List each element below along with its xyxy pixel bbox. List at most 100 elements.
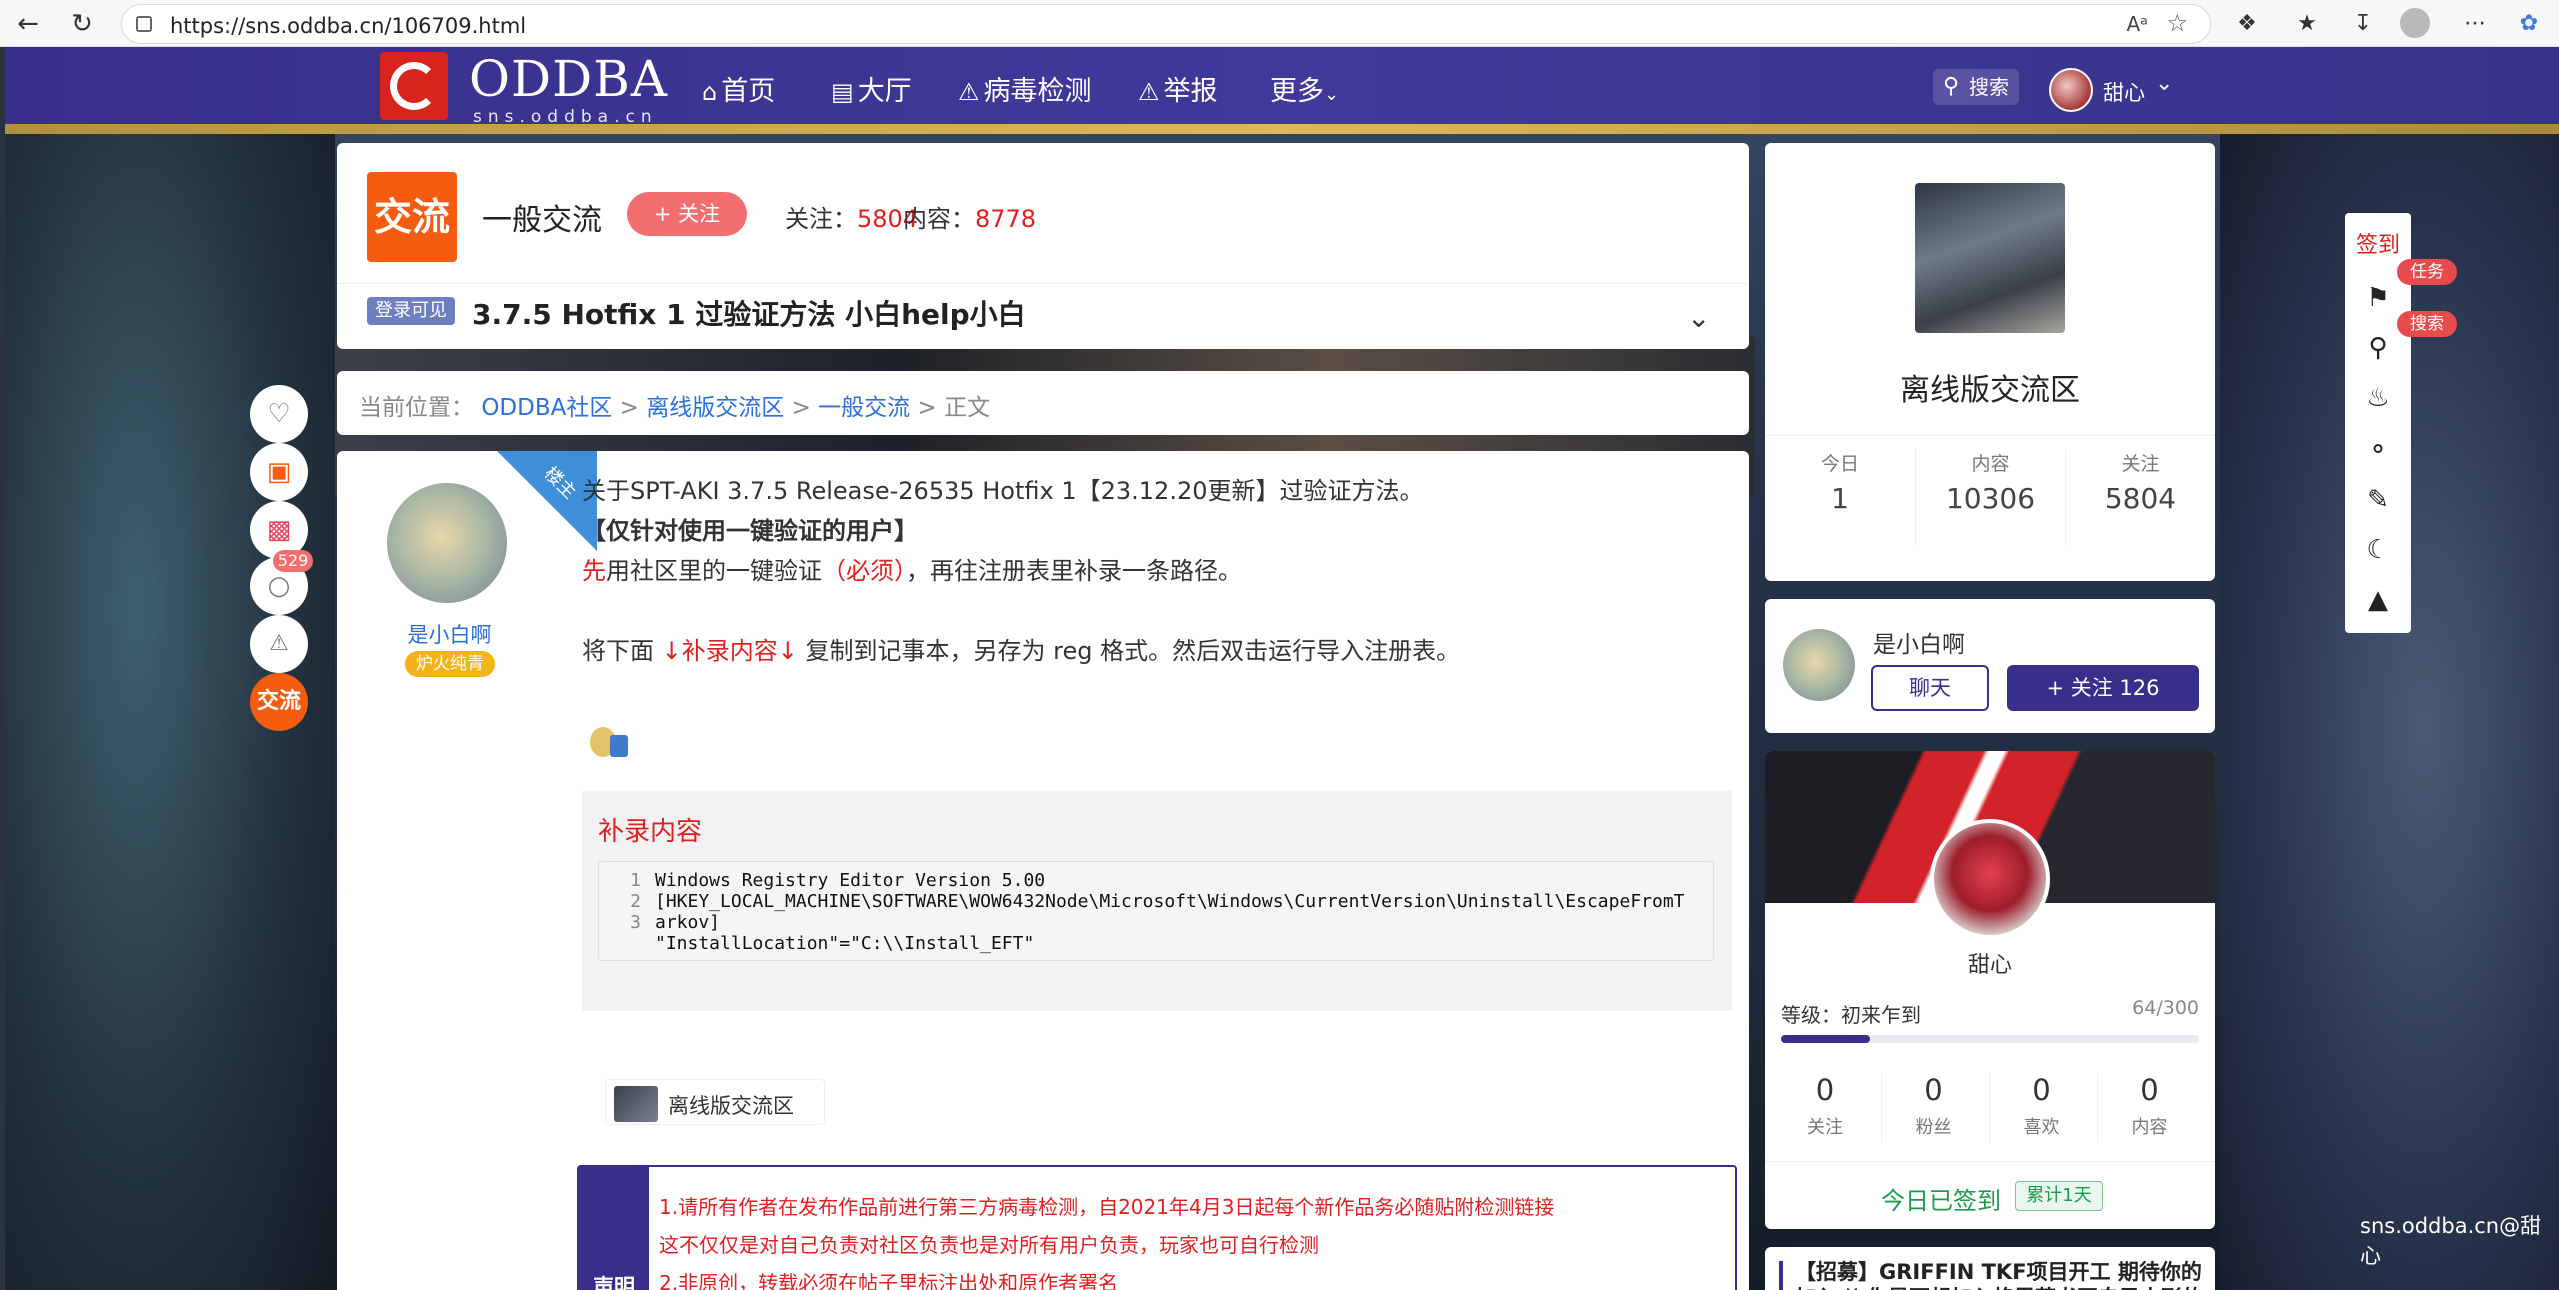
breadcrumb-prefix: 当前位置： — [359, 395, 474, 421]
author-rank-badge: 炉火纯青 — [405, 651, 495, 677]
nav-more[interactable]: 更多⌄ — [1270, 69, 1343, 108]
user-avatar[interactable] — [2049, 68, 2093, 112]
red-packet-button[interactable]: ▣ — [250, 443, 308, 501]
nav-hall[interactable]: ▤ 大厅 — [831, 69, 912, 108]
chevron-down-icon[interactable]: ⌄ — [1687, 301, 1710, 334]
nav-report[interactable]: ⚠ 举报 — [1138, 69, 1218, 108]
user-menu-chevron-icon[interactable]: ⌄ — [2155, 71, 2173, 96]
disclaimer-line: 1.请所有作者在发布作品前进行第三方病毒检测，自2021年4月3日起每个新作品务… — [659, 1195, 1555, 1219]
favorites-icon[interactable]: ★ — [2290, 8, 2324, 40]
code-line: arkov] — [655, 912, 721, 933]
author-name[interactable]: 是小白啊 — [407, 619, 492, 649]
follow-forum-button[interactable]: + 关注 — [627, 192, 747, 236]
chevron-down-icon: ⌄ — [1324, 84, 1340, 105]
comment-icon: ○ — [267, 571, 291, 601]
comment-count-badge: 529 — [273, 550, 313, 572]
more-menu-icon[interactable]: ⋯ — [2458, 8, 2492, 40]
author-avatar[interactable] — [387, 483, 507, 603]
copilot-icon[interactable]: ✿ — [2512, 8, 2546, 40]
signed-in-status: 今日已签到 — [1881, 1187, 2001, 1215]
extensions-icon[interactable]: ❖ — [2230, 8, 2264, 40]
url-text[interactable]: https://sns.oddba.cn/106709.html — [170, 14, 526, 38]
breadcrumb-current: 正文 — [944, 395, 991, 421]
breadcrumb-offline-forum[interactable]: 离线版交流区 — [646, 395, 784, 421]
warning-icon: ⚠ — [269, 631, 289, 656]
login-visible-badge: 登录可见 — [367, 297, 455, 325]
breadcrumb-home[interactable]: ODDBA社区 — [481, 395, 612, 421]
forum-content-count: 内容：8778 — [903, 205, 1037, 233]
disclaimer-side-label: 声明 — [579, 1167, 649, 1290]
exp-progress-fill — [1781, 1035, 1870, 1043]
author-card: 是小白啊 聊天 + 关注 126 — [1765, 599, 2215, 733]
my-stat-following[interactable]: 0 关注 — [1773, 1073, 1877, 1139]
breadcrumb-separator: > — [917, 395, 937, 421]
forum-icon[interactable]: 交流 — [367, 172, 457, 262]
forum-reference-link[interactable]: 离线版交流区 — [605, 1079, 825, 1125]
sticker-image — [582, 713, 632, 763]
nav-virus-check[interactable]: ⚠ 病毒检测 — [958, 69, 1092, 108]
forum-reference-label: 离线版交流区 — [668, 1094, 794, 1118]
moon-icon: ☾ — [2366, 535, 2390, 565]
nav-home[interactable]: ⌂ 首页 — [702, 69, 775, 108]
recruit-accent-bar — [1779, 1261, 1783, 1290]
address-bar[interactable]: https://sns.oddba.cn/106709.html Aᵃ ☆ — [121, 4, 2211, 44]
profile-icon[interactable] — [2400, 8, 2430, 38]
logo-text[interactable]: ODDBA — [469, 50, 668, 108]
line-number: 1 — [630, 870, 641, 891]
forum-stat-followers: 关注 5804 — [2065, 449, 2215, 545]
chat-button[interactable]: 聊天 — [1871, 665, 1989, 711]
post-body: 关于SPT-AKI 3.7.5 Release-26535 Hotfix 1【2… — [582, 471, 1732, 671]
user-name[interactable]: 甜心 — [2103, 77, 2145, 107]
logo-subtext: sns.oddba.cn — [473, 107, 658, 127]
exp-value: 64/300 — [2132, 997, 2199, 1019]
forum-cover-image[interactable] — [1915, 183, 2065, 333]
my-stat-content[interactable]: 0 内容 — [2097, 1073, 2201, 1143]
home-icon: ⌂ — [702, 78, 718, 106]
favorite-star-icon[interactable]: ☆ — [2166, 9, 2188, 37]
my-name[interactable]: 甜心 — [1765, 947, 2215, 979]
recruit-card: 【招募】GRIFFIN TKF项目开工 期待你的加入 || 你是否想加入格里芬书… — [1765, 1247, 2215, 1290]
post-line: 关于SPT-AKI 3.7.5 Release-26535 Hotfix 1【2… — [582, 477, 1424, 505]
site-logo[interactable] — [380, 52, 448, 120]
my-stat-likes[interactable]: 0 喜欢 — [1989, 1073, 2093, 1143]
report-button[interactable]: ⚠ — [250, 615, 308, 673]
disclaimer-line: 2.非原创，转载必须在帖子里标注出处和原作者署名 — [659, 1271, 1119, 1290]
report-icon: ⚠ — [1138, 78, 1160, 106]
header-search-button[interactable]: ⚲ 搜索 — [1933, 69, 2019, 105]
forum-info-title[interactable]: 离线版交流区 — [1765, 365, 2215, 409]
page: ODDBA sns.oddba.cn ⌂ 首页 ▤ 大厅 ⚠ 病毒检测 ⚠ 举报 更多⌄… — [5, 47, 2559, 1290]
bell-icon: ♨ — [2366, 383, 2390, 413]
level-label: 等级：初来乍到 — [1781, 1003, 1921, 1027]
forum-stat-content: 内容 10306 — [1915, 449, 2065, 545]
heart-icon: ♡ — [267, 399, 291, 429]
code-line: "InstallLocation"="C:\\Install_EFT" — [655, 933, 1035, 954]
author-avatar[interactable] — [1783, 629, 1855, 701]
forum-info-card: 离线版交流区 今日 1 内容 10306 关注 5804 — [1765, 143, 2215, 581]
theme-button[interactable]: ▲ — [2345, 567, 2411, 633]
my-avatar[interactable] — [1930, 819, 2050, 939]
breadcrumb-separator: > — [791, 395, 811, 421]
recruit-link[interactable]: 【招募】GRIFFIN TKF项目开工 期待你的加入 || 你是否想加入格里芬书… — [1795, 1259, 2205, 1290]
breadcrumb-general[interactable]: 一般交流 — [818, 395, 910, 421]
forum-badge-button[interactable]: 交流 — [250, 673, 308, 731]
red-packet-icon: ▣ — [266, 457, 292, 487]
reload-icon[interactable]: ↻ — [64, 8, 100, 40]
back-icon[interactable]: ← — [10, 8, 46, 40]
post-line: 先用社区里的一键验证（必须），再往注册表里补录一条路径。 — [582, 557, 1242, 585]
code-block[interactable]: 1 Windows Registry Editor Version 5.00 2 [… — [598, 861, 1714, 961]
like-button[interactable]: ♡ — [250, 385, 308, 443]
divider — [337, 283, 1749, 284]
downloads-icon[interactable]: ↧ — [2346, 8, 2380, 40]
signed-days-badge: 累计1天 — [2015, 1181, 2103, 1211]
my-stat-fans[interactable]: 0 粉丝 — [1881, 1073, 1985, 1143]
author-name[interactable]: 是小白啊 — [1873, 625, 1965, 659]
line-number: 2 — [630, 891, 641, 912]
hall-icon: ▤ — [831, 78, 854, 106]
forum-name[interactable]: 一般交流 — [482, 195, 602, 239]
divider — [1765, 1161, 2215, 1162]
forum-header-card: 交流 一般交流 + 关注 关注：5804 内容：8778 登录可见 3.7.5 … — [337, 143, 1749, 349]
read-aloud-icon[interactable]: Aᵃ — [2126, 12, 2148, 36]
follow-author-button[interactable]: + 关注 126 — [2007, 665, 2199, 711]
divider — [1765, 435, 2215, 436]
